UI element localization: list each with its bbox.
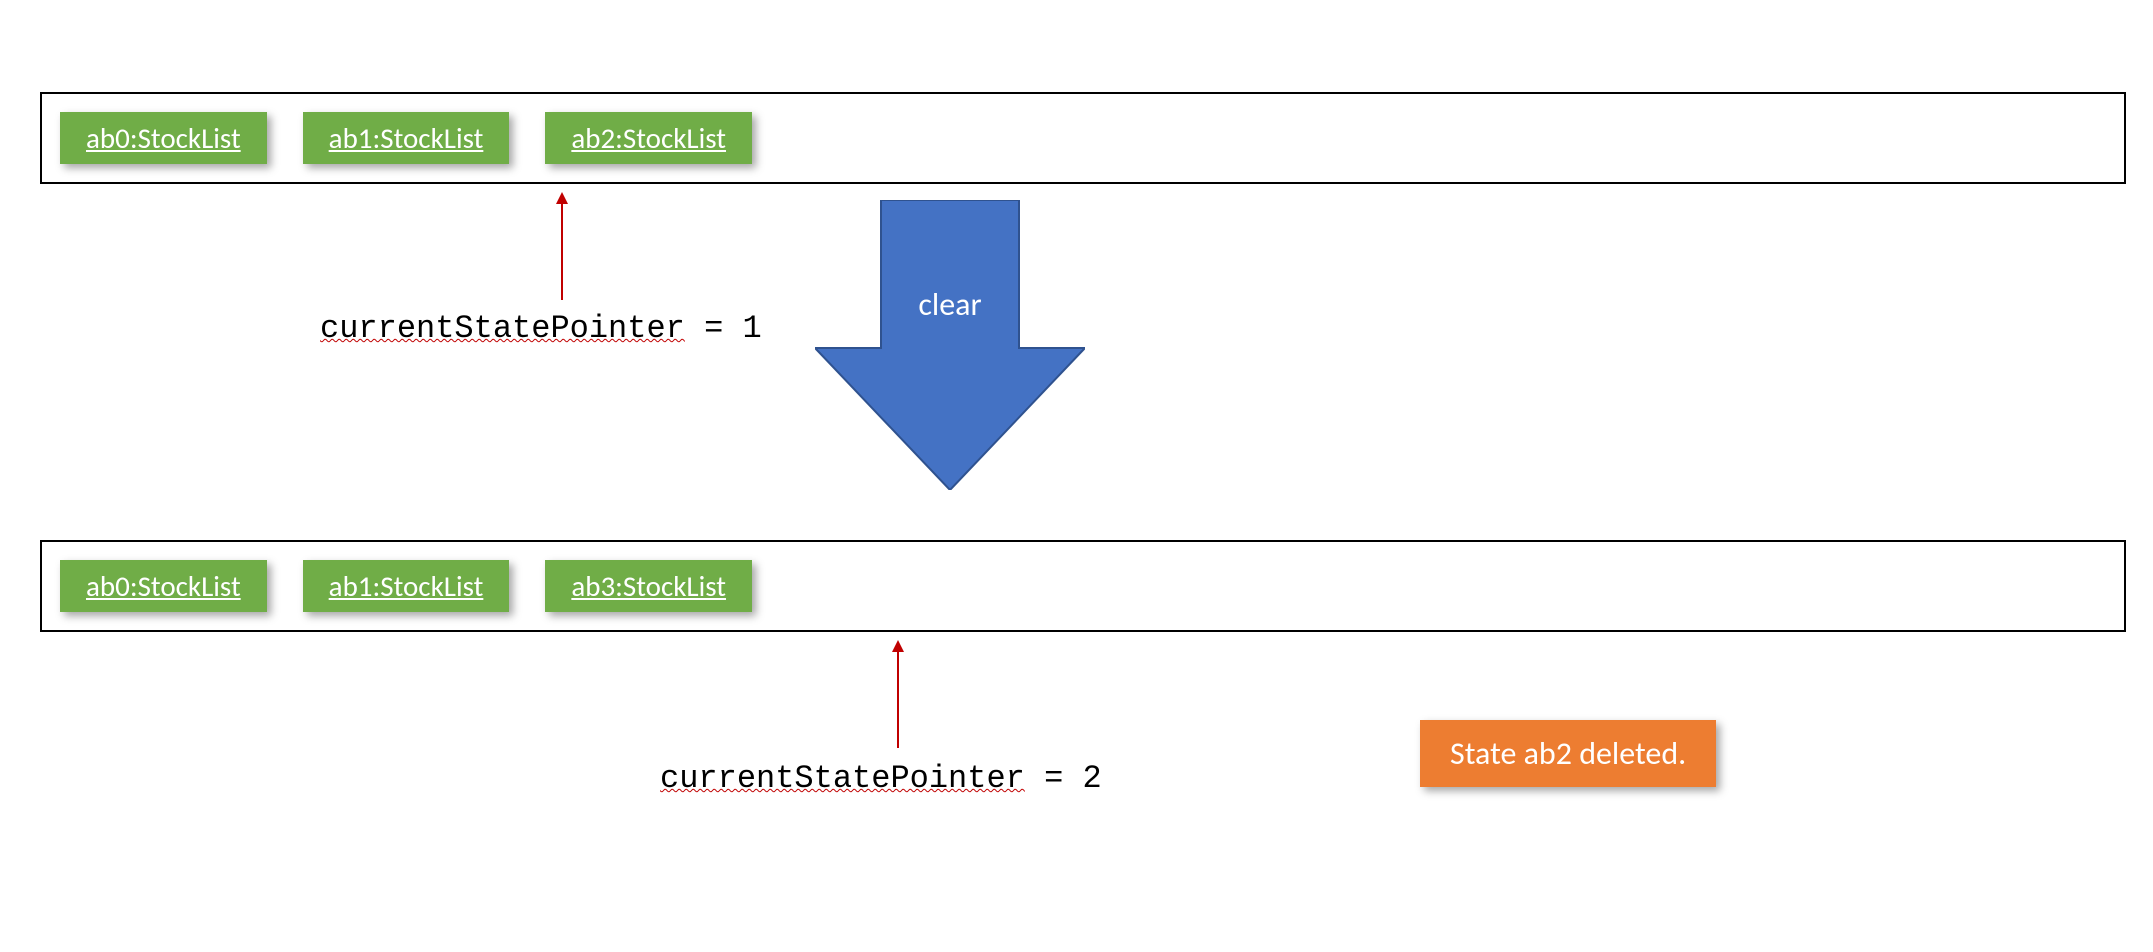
pointer-label-top: currentStatePointer = 1	[320, 310, 762, 347]
state-label: ab2:StockList	[571, 120, 726, 156]
pointer-key: currentStatePointer	[660, 760, 1025, 797]
deleted-badge: State ab2 deleted.	[1420, 720, 1716, 787]
state-label: ab0:StockList	[86, 120, 241, 156]
state-label: ab1:StockList	[329, 120, 484, 156]
state-container-before: ab0:StockList ab1:StockList ab2:StockLis…	[40, 92, 2126, 184]
pointer-arrow-bottom	[888, 640, 908, 750]
state-box-ab2: ab2:StockList	[545, 112, 752, 164]
deleted-badge-text: State ab2 deleted.	[1450, 734, 1686, 773]
pointer-key: currentStatePointer	[320, 310, 685, 347]
pointer-value: = 2	[1044, 760, 1102, 797]
state-label: ab0:StockList	[86, 568, 241, 604]
state-label: ab1:StockList	[329, 568, 484, 604]
pointer-arrow-top	[552, 192, 572, 302]
state-box-ab3-after: ab3:StockList	[545, 560, 752, 612]
state-box-ab0: ab0:StockList	[60, 112, 267, 164]
state-box-ab1-after: ab1:StockList	[303, 560, 510, 612]
state-label: ab3:StockList	[571, 568, 726, 604]
state-box-ab1: ab1:StockList	[303, 112, 510, 164]
state-box-ab0-after: ab0:StockList	[60, 560, 267, 612]
pointer-value: = 1	[704, 310, 762, 347]
transition-arrow-icon	[815, 200, 1085, 490]
transition-arrow-label: clear	[880, 285, 1020, 324]
pointer-label-bottom: currentStatePointer = 2	[660, 760, 1102, 797]
state-container-after: ab0:StockList ab1:StockList ab3:StockLis…	[40, 540, 2126, 632]
